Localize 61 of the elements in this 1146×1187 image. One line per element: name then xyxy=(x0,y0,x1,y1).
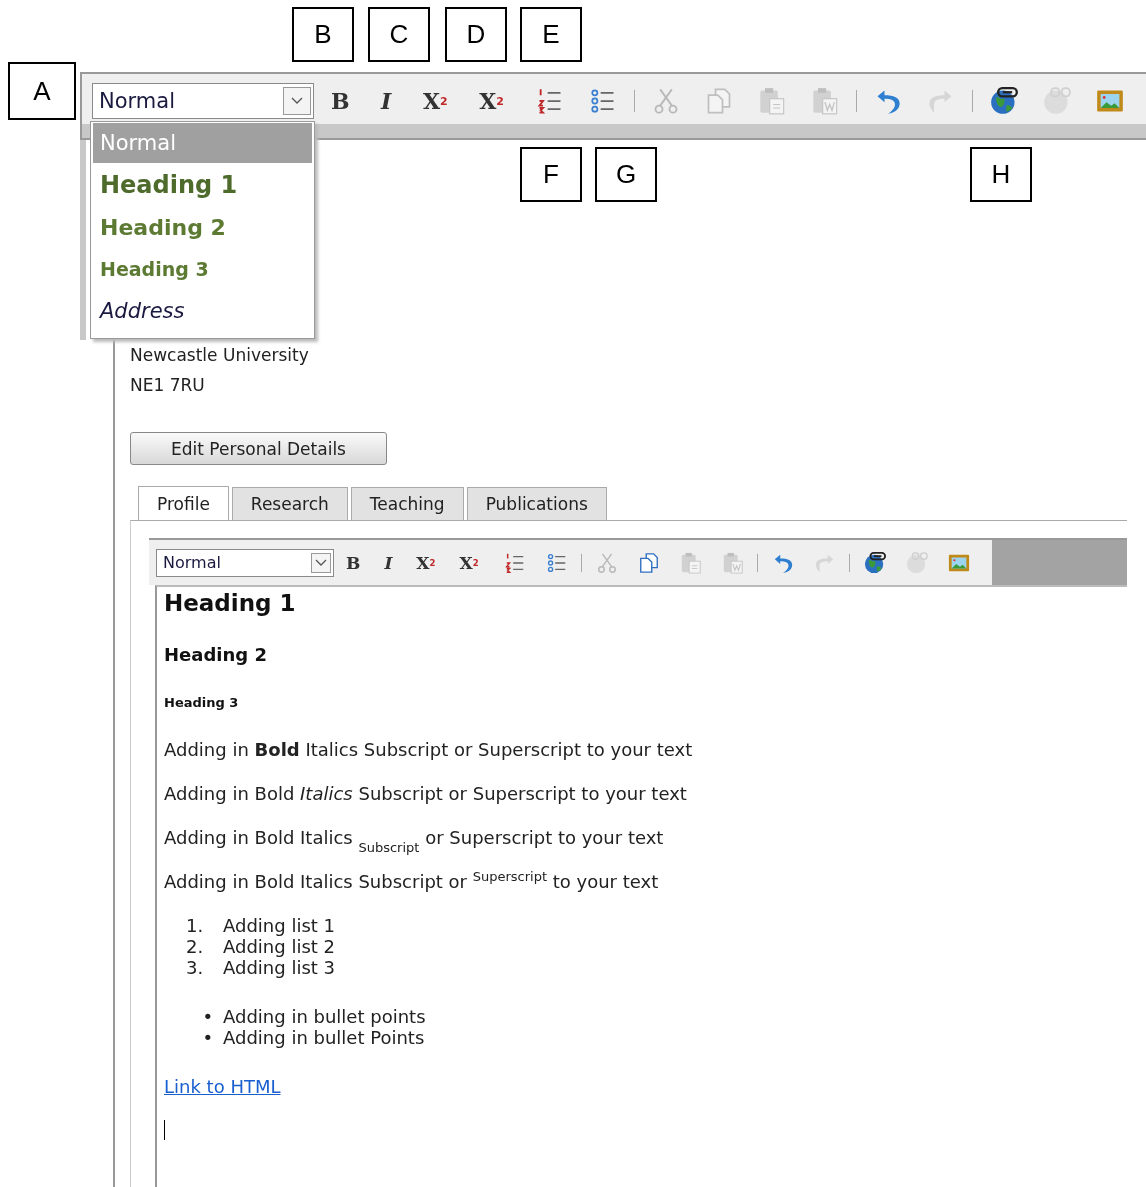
clipboard-word-icon xyxy=(810,87,839,115)
globe-link-icon xyxy=(863,551,886,574)
list-item: Adding list 2 xyxy=(223,936,336,957)
bullet-mark: • xyxy=(201,1027,214,1048)
heading: Heading 1 xyxy=(164,589,296,617)
text-cursor xyxy=(164,1120,165,1140)
bullet-list-icon xyxy=(588,87,617,115)
tab[interactable]: Teaching xyxy=(350,487,464,520)
format-select[interactable]: Normal xyxy=(92,83,314,119)
callout-label: E xyxy=(520,7,582,62)
tab[interactable]: Profile xyxy=(138,486,229,520)
callout-label: A xyxy=(8,62,76,120)
clipboard-icon xyxy=(757,87,786,115)
numbered-list-icon xyxy=(535,87,564,115)
list-item: Adding list 3 xyxy=(223,957,336,978)
clipboard-word-icon xyxy=(721,551,744,574)
callout-label: F xyxy=(520,147,582,202)
bullet-mark: • xyxy=(201,1006,214,1027)
address-line: NE1 7RU xyxy=(130,374,205,397)
list-number: 3. xyxy=(186,957,205,978)
globe-unlink-icon xyxy=(1042,87,1071,115)
paragraph: Adding in Bold Italics Subscript or Superscript to your text xyxy=(164,782,687,806)
list-number: 2. xyxy=(186,936,205,957)
paragraph: Adding in Bold Italics $_{Subscript}$ or Superscript to your text xyxy=(164,826,664,854)
bold-button[interactable]: B xyxy=(319,79,362,123)
tab[interactable]: Publications xyxy=(466,487,607,520)
list-item: Adding list 1 xyxy=(223,915,336,936)
superscript-button[interactable]: X$^{2}$ xyxy=(467,79,516,123)
heading: Heading 2 xyxy=(164,643,267,667)
italic-button[interactable]: I xyxy=(375,545,402,580)
callout-label: C xyxy=(368,7,430,62)
paragraph: Adding in Bold Italics Subscript or Superscript to your text xyxy=(164,738,693,762)
bullet-item: Adding in bullet Points xyxy=(223,1027,425,1048)
format-option[interactable]: Heading 2 xyxy=(93,206,312,248)
globe-unlink-icon xyxy=(905,551,928,574)
clipboard-icon xyxy=(679,551,702,574)
heading: Heading 3 xyxy=(164,694,239,712)
copy-icon xyxy=(637,551,660,574)
callout-label: D xyxy=(445,7,507,62)
format-option[interactable]: Heading 1 xyxy=(93,164,312,206)
superscript-button[interactable]: X$^{2}$ xyxy=(450,545,488,580)
editor-area[interactable] xyxy=(155,585,1127,1187)
callout-label: H xyxy=(970,147,1032,202)
paragraph: Adding in Bold Italics Subscript or $^{Superscript}$ to your text xyxy=(164,868,659,894)
bold-button[interactable]: B xyxy=(337,545,370,580)
edit-personal-details-button[interactable]: Edit Personal Details xyxy=(130,432,387,465)
scissors-icon xyxy=(595,551,618,574)
tab[interactable]: Research xyxy=(231,487,348,520)
globe-link-icon xyxy=(989,87,1018,115)
numbered-list-icon xyxy=(503,551,526,574)
address-line: Newcastle University xyxy=(130,344,309,367)
list-number: 1. xyxy=(186,915,205,936)
callout-label: G xyxy=(595,147,657,202)
format-option[interactable]: Heading 3 xyxy=(93,248,312,290)
html-link[interactable]: Link to HTML xyxy=(164,1076,281,1097)
italic-button[interactable]: I xyxy=(369,79,404,123)
bullet-item: Adding in bullet points xyxy=(223,1006,426,1027)
callout-label: B xyxy=(292,7,354,62)
bullet-list-icon xyxy=(545,551,568,574)
format-select[interactable]: Normal xyxy=(156,548,334,577)
format-option[interactable]: Address xyxy=(93,290,312,332)
